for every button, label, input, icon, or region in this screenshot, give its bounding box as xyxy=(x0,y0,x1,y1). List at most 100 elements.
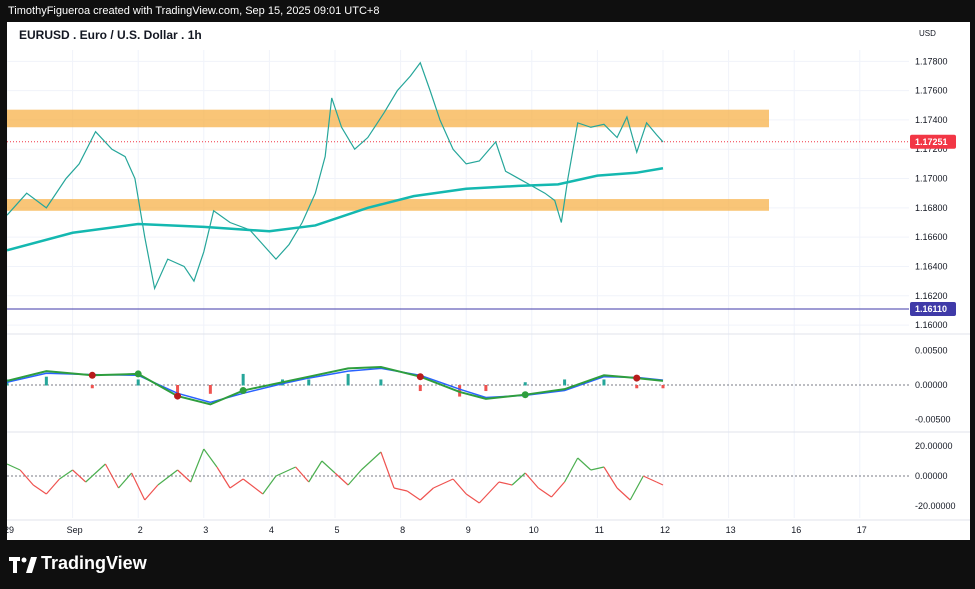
time-tick-label: 9 xyxy=(466,525,471,535)
oscillator-segment xyxy=(229,478,244,489)
price-zone xyxy=(7,109,769,128)
attribution-bar: TimothyFigueroa created with TradingView… xyxy=(0,0,975,22)
price-tick-label: 1.17600 xyxy=(915,86,948,96)
oscillator-segment xyxy=(465,493,480,504)
time-tick-label: 11 xyxy=(595,525,604,535)
oscillator-segment xyxy=(360,451,382,471)
macd-cross-dot xyxy=(134,370,142,378)
time-tick-label: 5 xyxy=(334,525,339,535)
oscillator-segment xyxy=(321,460,336,474)
tradingview-logo-icon xyxy=(9,557,37,573)
oscillator-segment xyxy=(59,469,73,480)
oscillator-tick-label: 20.00000 xyxy=(915,441,953,451)
macd-histogram-bar xyxy=(523,382,527,386)
time-tick-label: 13 xyxy=(726,525,736,535)
macd-histogram-bar xyxy=(661,385,665,389)
macd-histogram-bar xyxy=(418,385,422,392)
macd-histogram-bar xyxy=(307,379,311,386)
oscillator-segment xyxy=(275,466,296,477)
oscillator-segment xyxy=(498,481,513,486)
oscillator-tick-label: 0.00000 xyxy=(915,471,948,481)
oscillator-tick-label: -20.00000 xyxy=(915,501,956,511)
oscillator-segment xyxy=(7,463,21,471)
macd-histogram-bar xyxy=(563,379,567,386)
oscillator-segment xyxy=(380,451,395,489)
oscillator-segment xyxy=(308,460,323,483)
price-tick-label: 1.16400 xyxy=(915,261,948,271)
macd-histogram-bar xyxy=(379,379,383,386)
oscillator-segment xyxy=(347,469,362,486)
oscillator-segment xyxy=(538,487,552,498)
time-tick-label: 17 xyxy=(857,525,867,535)
macd-histogram-bar xyxy=(484,385,488,392)
macd-histogram-bar xyxy=(136,379,140,386)
tradingview-brand: TradingView xyxy=(41,553,147,573)
macd-histogram-bar xyxy=(346,373,350,386)
oscillator-segment xyxy=(564,457,579,483)
oscillator-segment xyxy=(203,448,218,468)
oscillator-segment xyxy=(118,472,133,489)
oscillator-segment xyxy=(656,481,664,486)
oscillator-segment xyxy=(433,478,454,489)
chart-svg[interactable]: 1.178001.176001.174001.172001.170001.168… xyxy=(7,22,970,540)
oscillator-segment xyxy=(190,448,205,483)
macd-tick-label: 0.00000 xyxy=(915,380,948,390)
macd-cross-dot xyxy=(521,391,529,399)
current-price-label: 1.17251 xyxy=(915,137,948,147)
oscillator-segment xyxy=(85,463,106,483)
attribution-text: TimothyFigueroa created with TradingView… xyxy=(8,5,380,17)
macd-histogram-bar xyxy=(602,379,606,386)
chart-title: EURUSD . Euro / U.S. Dollar . 1h xyxy=(19,28,202,42)
oscillator-segment xyxy=(216,466,231,489)
macd-cross-dot xyxy=(239,387,247,395)
time-tick-label: 29 xyxy=(7,525,14,535)
macd-histogram-bar xyxy=(241,373,245,386)
oscillator-segment xyxy=(511,472,526,486)
oscillator-segment xyxy=(242,478,264,495)
time-tick-label: 10 xyxy=(529,525,539,535)
price-tick-label: 1.16600 xyxy=(915,232,948,242)
oscillator-segment xyxy=(295,466,310,483)
time-tick-label: 2 xyxy=(138,525,143,535)
chart-area[interactable]: 1.17800 1.17600 1.17400 1.17200 1.17000 1.168… xyxy=(7,22,970,540)
macd-cross-dot xyxy=(174,392,182,400)
price-zone xyxy=(7,199,769,211)
oscillator-segment xyxy=(577,457,592,471)
macd-histogram-bar xyxy=(90,385,94,389)
oscillator-segment xyxy=(144,484,159,501)
oscillator-segment xyxy=(334,472,349,486)
price-tick-label: 1.16200 xyxy=(915,291,948,301)
macd-cross-dot xyxy=(633,374,641,382)
time-tick-label: 4 xyxy=(269,525,274,535)
time-tick-label: 12 xyxy=(660,525,670,535)
macd-cross-dot xyxy=(416,373,424,381)
currency-label: USD xyxy=(919,29,936,38)
time-tick-label: 8 xyxy=(400,525,405,535)
macd-histogram-bar xyxy=(44,376,48,386)
price-tick-label: 1.16800 xyxy=(915,203,948,213)
macd-histogram-bar xyxy=(635,385,639,389)
oscillator-segment xyxy=(452,478,467,495)
price-tick-label: 1.16000 xyxy=(915,320,948,330)
time-tick-label: Sep xyxy=(67,525,83,535)
price-tick-label: 1.17400 xyxy=(915,115,948,125)
macd-tick-label: 0.00500 xyxy=(915,345,948,355)
oscillator-segment xyxy=(45,478,60,495)
price-tick-label: 1.17800 xyxy=(915,56,948,66)
oscillator-segment xyxy=(643,475,657,483)
oscillator-segment xyxy=(32,484,47,495)
time-tick-label: 3 xyxy=(203,525,208,535)
oscillator-segment xyxy=(629,475,644,501)
oscillator-segment xyxy=(419,487,434,501)
oscillator-segment xyxy=(603,466,618,489)
oscillator-segment xyxy=(19,469,34,486)
price-tick-label: 1.17000 xyxy=(915,174,948,184)
time-tick-label: 16 xyxy=(791,525,801,535)
macd-cross-dot xyxy=(88,371,96,379)
oscillator-segment xyxy=(406,490,421,501)
level-label: 1.16110 xyxy=(915,304,947,314)
oscillator-segment xyxy=(551,481,566,498)
oscillator-segment xyxy=(478,481,500,504)
oscillator-segment xyxy=(157,469,178,486)
macd-histogram-bar xyxy=(208,385,212,394)
